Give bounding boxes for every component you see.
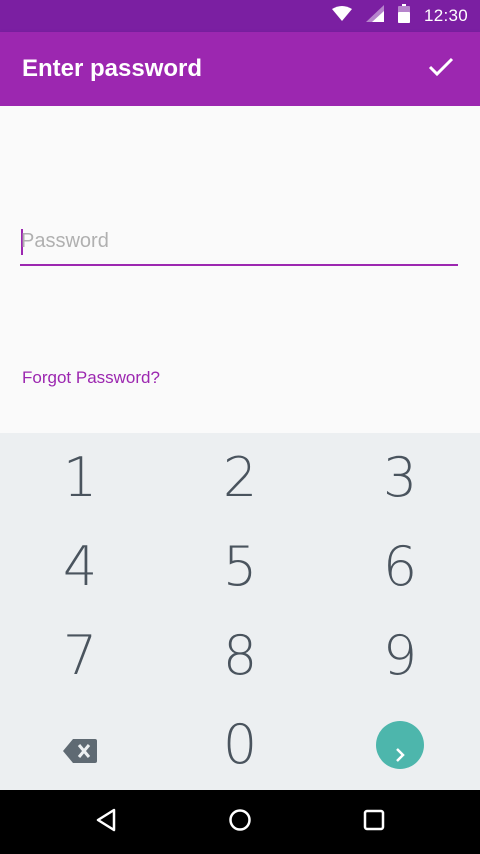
key-8[interactable]: 8 — [160, 611, 320, 700]
key-6[interactable]: 6 — [320, 522, 480, 611]
recents-button[interactable] — [334, 790, 414, 854]
app-bar: Enter password — [0, 32, 480, 106]
key-5[interactable]: 5 — [160, 522, 320, 611]
password-field[interactable] — [20, 222, 458, 266]
key-9[interactable]: 9 — [320, 611, 480, 700]
back-icon — [95, 808, 117, 837]
home-icon — [228, 808, 252, 837]
chevron-right-icon — [394, 713, 406, 776]
key-0[interactable]: 0 — [160, 700, 320, 789]
check-icon — [428, 57, 454, 82]
home-button[interactable] — [200, 790, 280, 854]
back-button[interactable] — [66, 790, 146, 854]
page-title: Enter password — [22, 55, 203, 82]
signal-icon — [365, 5, 384, 27]
key-3[interactable]: 3 — [320, 433, 480, 522]
enter-key[interactable] — [320, 700, 480, 789]
status-time: 12:30 — [423, 6, 468, 25]
password-input[interactable] — [20, 222, 458, 260]
status-icons: 12:30 — [331, 0, 468, 32]
backspace-icon — [63, 713, 97, 776]
battery-icon — [397, 4, 410, 28]
key-1[interactable]: 1 — [0, 433, 160, 522]
key-7[interactable]: 7 — [0, 611, 160, 700]
wifi-icon — [331, 5, 352, 27]
key-2[interactable]: 2 — [160, 433, 320, 522]
navigation-bar — [0, 790, 480, 854]
numeric-keypad: 1 2 3 4 5 6 7 8 9 0 — [0, 433, 480, 790]
key-4[interactable]: 4 — [0, 522, 160, 611]
confirm-button[interactable] — [416, 44, 466, 94]
status-bar: 12:30 — [0, 0, 480, 32]
content-area: Forgot Password? — [0, 106, 480, 433]
delete-key[interactable] — [0, 700, 160, 789]
recents-icon — [363, 809, 385, 836]
enter-button[interactable] — [376, 720, 424, 769]
forgot-password-link[interactable]: Forgot Password? — [22, 368, 160, 388]
